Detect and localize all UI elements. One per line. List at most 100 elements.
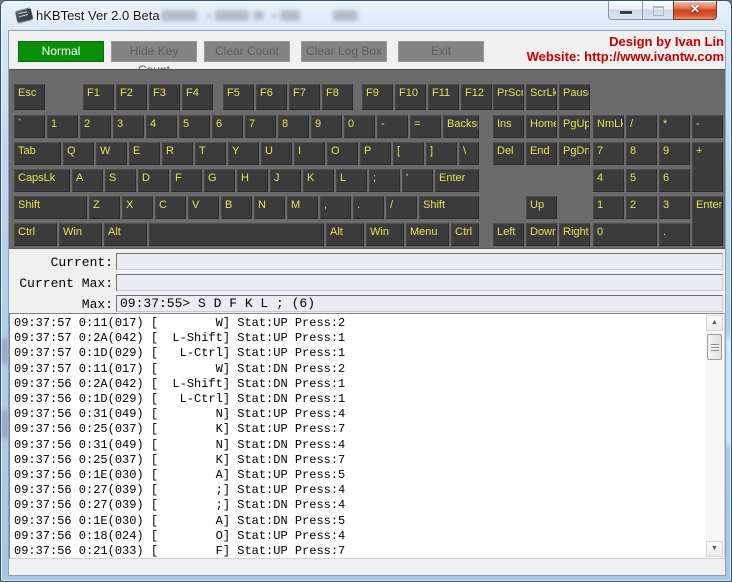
max-field[interactable]: 09:37:55> S D F K L ; (6) — [116, 295, 723, 312]
close-icon: ✕ — [674, 2, 716, 16]
scroll-up-button[interactable]: ▲ — [706, 315, 723, 331]
key-capslk: CapsLk — [14, 169, 70, 192]
scroll-down-button[interactable]: ▼ — [706, 541, 723, 557]
key-2: 2 — [80, 115, 111, 138]
key-sym: ] — [426, 142, 457, 165]
toolbar-button-clear-count[interactable]: Clear Count — [204, 41, 290, 62]
current-max-field[interactable] — [116, 274, 723, 291]
key-win: Win — [59, 223, 102, 246]
log-line: 09:37:57 0:1D(029) [ L-Ctrl] Stat:UP Pre… — [14, 346, 705, 361]
log-box[interactable]: 09:37:57 0:11(017) [ W] Stat:UP Press:20… — [9, 313, 725, 559]
key-sym: ; — [369, 169, 400, 192]
log-line: 09:37:56 0:1E(030) [ A] Stat:DN Press:5 — [14, 514, 705, 529]
scroll-thumb[interactable] — [707, 334, 722, 360]
key-2: 2 — [626, 196, 657, 219]
key-alt: Alt — [326, 223, 364, 246]
key-1: 1 — [593, 196, 624, 219]
key-right: Right — [559, 223, 590, 246]
vertical-scrollbar[interactable]: ▲ ▼ — [706, 315, 723, 557]
log-line: 09:37:56 0:2A(042) [ L-Shift] Stat:DN Pr… — [14, 377, 705, 392]
key-sym: + — [692, 142, 723, 192]
key-f10: F10 — [395, 84, 426, 110]
key-5: 5 — [179, 115, 210, 138]
current-label: Current: — [9, 255, 113, 270]
toolbar-button-normal[interactable]: Normal — [18, 41, 104, 62]
log-line: 09:37:57 0:11(017) [ W] Stat:DN Press:2 — [14, 362, 705, 377]
window-title: hKBTest Ver 2.0 Beta — [36, 8, 160, 23]
key-win: Win — [366, 223, 404, 246]
key-3: 3 — [659, 196, 690, 219]
minimize-icon — [620, 11, 632, 14]
key-sym: . — [353, 196, 384, 219]
toolbar-button-exit[interactable]: Exit — [398, 41, 484, 62]
key-g: G — [204, 169, 235, 192]
key-pause: Pause — [559, 84, 590, 110]
key-8: 8 — [626, 142, 657, 165]
maximize-icon — [653, 6, 664, 16]
key-end: End — [526, 142, 557, 165]
key-r: R — [162, 142, 193, 165]
key-sym: . — [659, 223, 690, 246]
key-4: 4 — [593, 169, 624, 192]
redacted-title-text — [215, 10, 249, 21]
key-9: 9 — [311, 115, 342, 138]
maximize-button[interactable] — [643, 1, 673, 20]
key-y: Y — [228, 142, 259, 165]
minimize-button[interactable] — [608, 1, 643, 20]
key-k: K — [303, 169, 334, 192]
key-del: Del — [493, 142, 524, 165]
key-prscr: PrScr — [493, 84, 524, 110]
key-z: Z — [89, 196, 120, 219]
key-c: C — [155, 196, 186, 219]
key-w: W — [96, 142, 127, 165]
titlebar[interactable]: hKBTest Ver 2.0 Beta ✕ — [1, 1, 732, 31]
log-line: 09:37:56 0:25(037) [ K] Stat:DN Press:7 — [14, 453, 705, 468]
key-f: F — [171, 169, 202, 192]
key-m: M — [287, 196, 318, 219]
key-sym: * — [659, 115, 690, 138]
key-nmlk: NmLk — [593, 115, 624, 138]
key-q: Q — [63, 142, 94, 165]
border-artifact — [2, 409, 8, 439]
key-7: 7 — [593, 142, 624, 165]
toolbar-button-clear-log-box[interactable]: Clear Log Box — [301, 41, 387, 62]
max-label: Max: — [9, 297, 113, 312]
log-line: 09:37:56 0:31(049) [ N] Stat:UP Press:4 — [14, 407, 705, 422]
log-lines: 09:37:57 0:11(017) [ W] Stat:UP Press:20… — [14, 316, 705, 558]
key-e: E — [129, 142, 160, 165]
redacted-title-separator — [206, 14, 211, 18]
log-line: 09:37:56 0:1D(029) [ L-Ctrl] Stat:DN Pre… — [14, 392, 705, 407]
key-shift: Shift — [419, 196, 479, 219]
key-5: 5 — [626, 169, 657, 192]
key-ctrl: Ctrl — [451, 223, 479, 246]
key-j: J — [270, 169, 301, 192]
border-artifact — [2, 338, 8, 364]
key-sym: ` — [14, 115, 45, 138]
key-0: 0 — [344, 115, 375, 138]
key-ctrl: Ctrl — [14, 223, 57, 246]
close-button[interactable]: ✕ — [673, 1, 717, 20]
key-sym: - — [692, 115, 723, 138]
current-field[interactable] — [116, 253, 723, 270]
key-0: 0 — [593, 223, 657, 246]
key-enter: Enter — [435, 169, 479, 192]
log-line: 09:37:56 0:27(039) [ ;] Stat:DN Press:4 — [14, 498, 705, 513]
key-o: O — [327, 142, 358, 165]
key-sym: / — [626, 115, 657, 138]
log-line: 09:37:56 0:25(037) [ K] Stat:UP Press:7 — [14, 422, 705, 437]
credit-design-line: Design by Ivan Lin — [527, 34, 724, 49]
key-7: 7 — [245, 115, 276, 138]
key-f6: F6 — [256, 84, 287, 110]
key-pgup: PgUp — [559, 115, 590, 138]
log-line: 09:37:56 0:18(024) [ O] Stat:UP Press:4 — [14, 529, 705, 544]
redacted-title-text — [333, 10, 358, 21]
key-sym: [ — [393, 142, 424, 165]
key-pgdn: PgDn — [559, 142, 590, 165]
key-p: P — [360, 142, 391, 165]
arrow-down-icon: ▼ — [711, 545, 718, 552]
key-sym: \ — [459, 142, 479, 165]
key-b: B — [221, 196, 252, 219]
redacted-title-text — [161, 10, 197, 21]
toolbar-button-hide-key-count[interactable]: Hide Key Count — [111, 41, 197, 62]
key-f4: F4 — [182, 84, 213, 110]
